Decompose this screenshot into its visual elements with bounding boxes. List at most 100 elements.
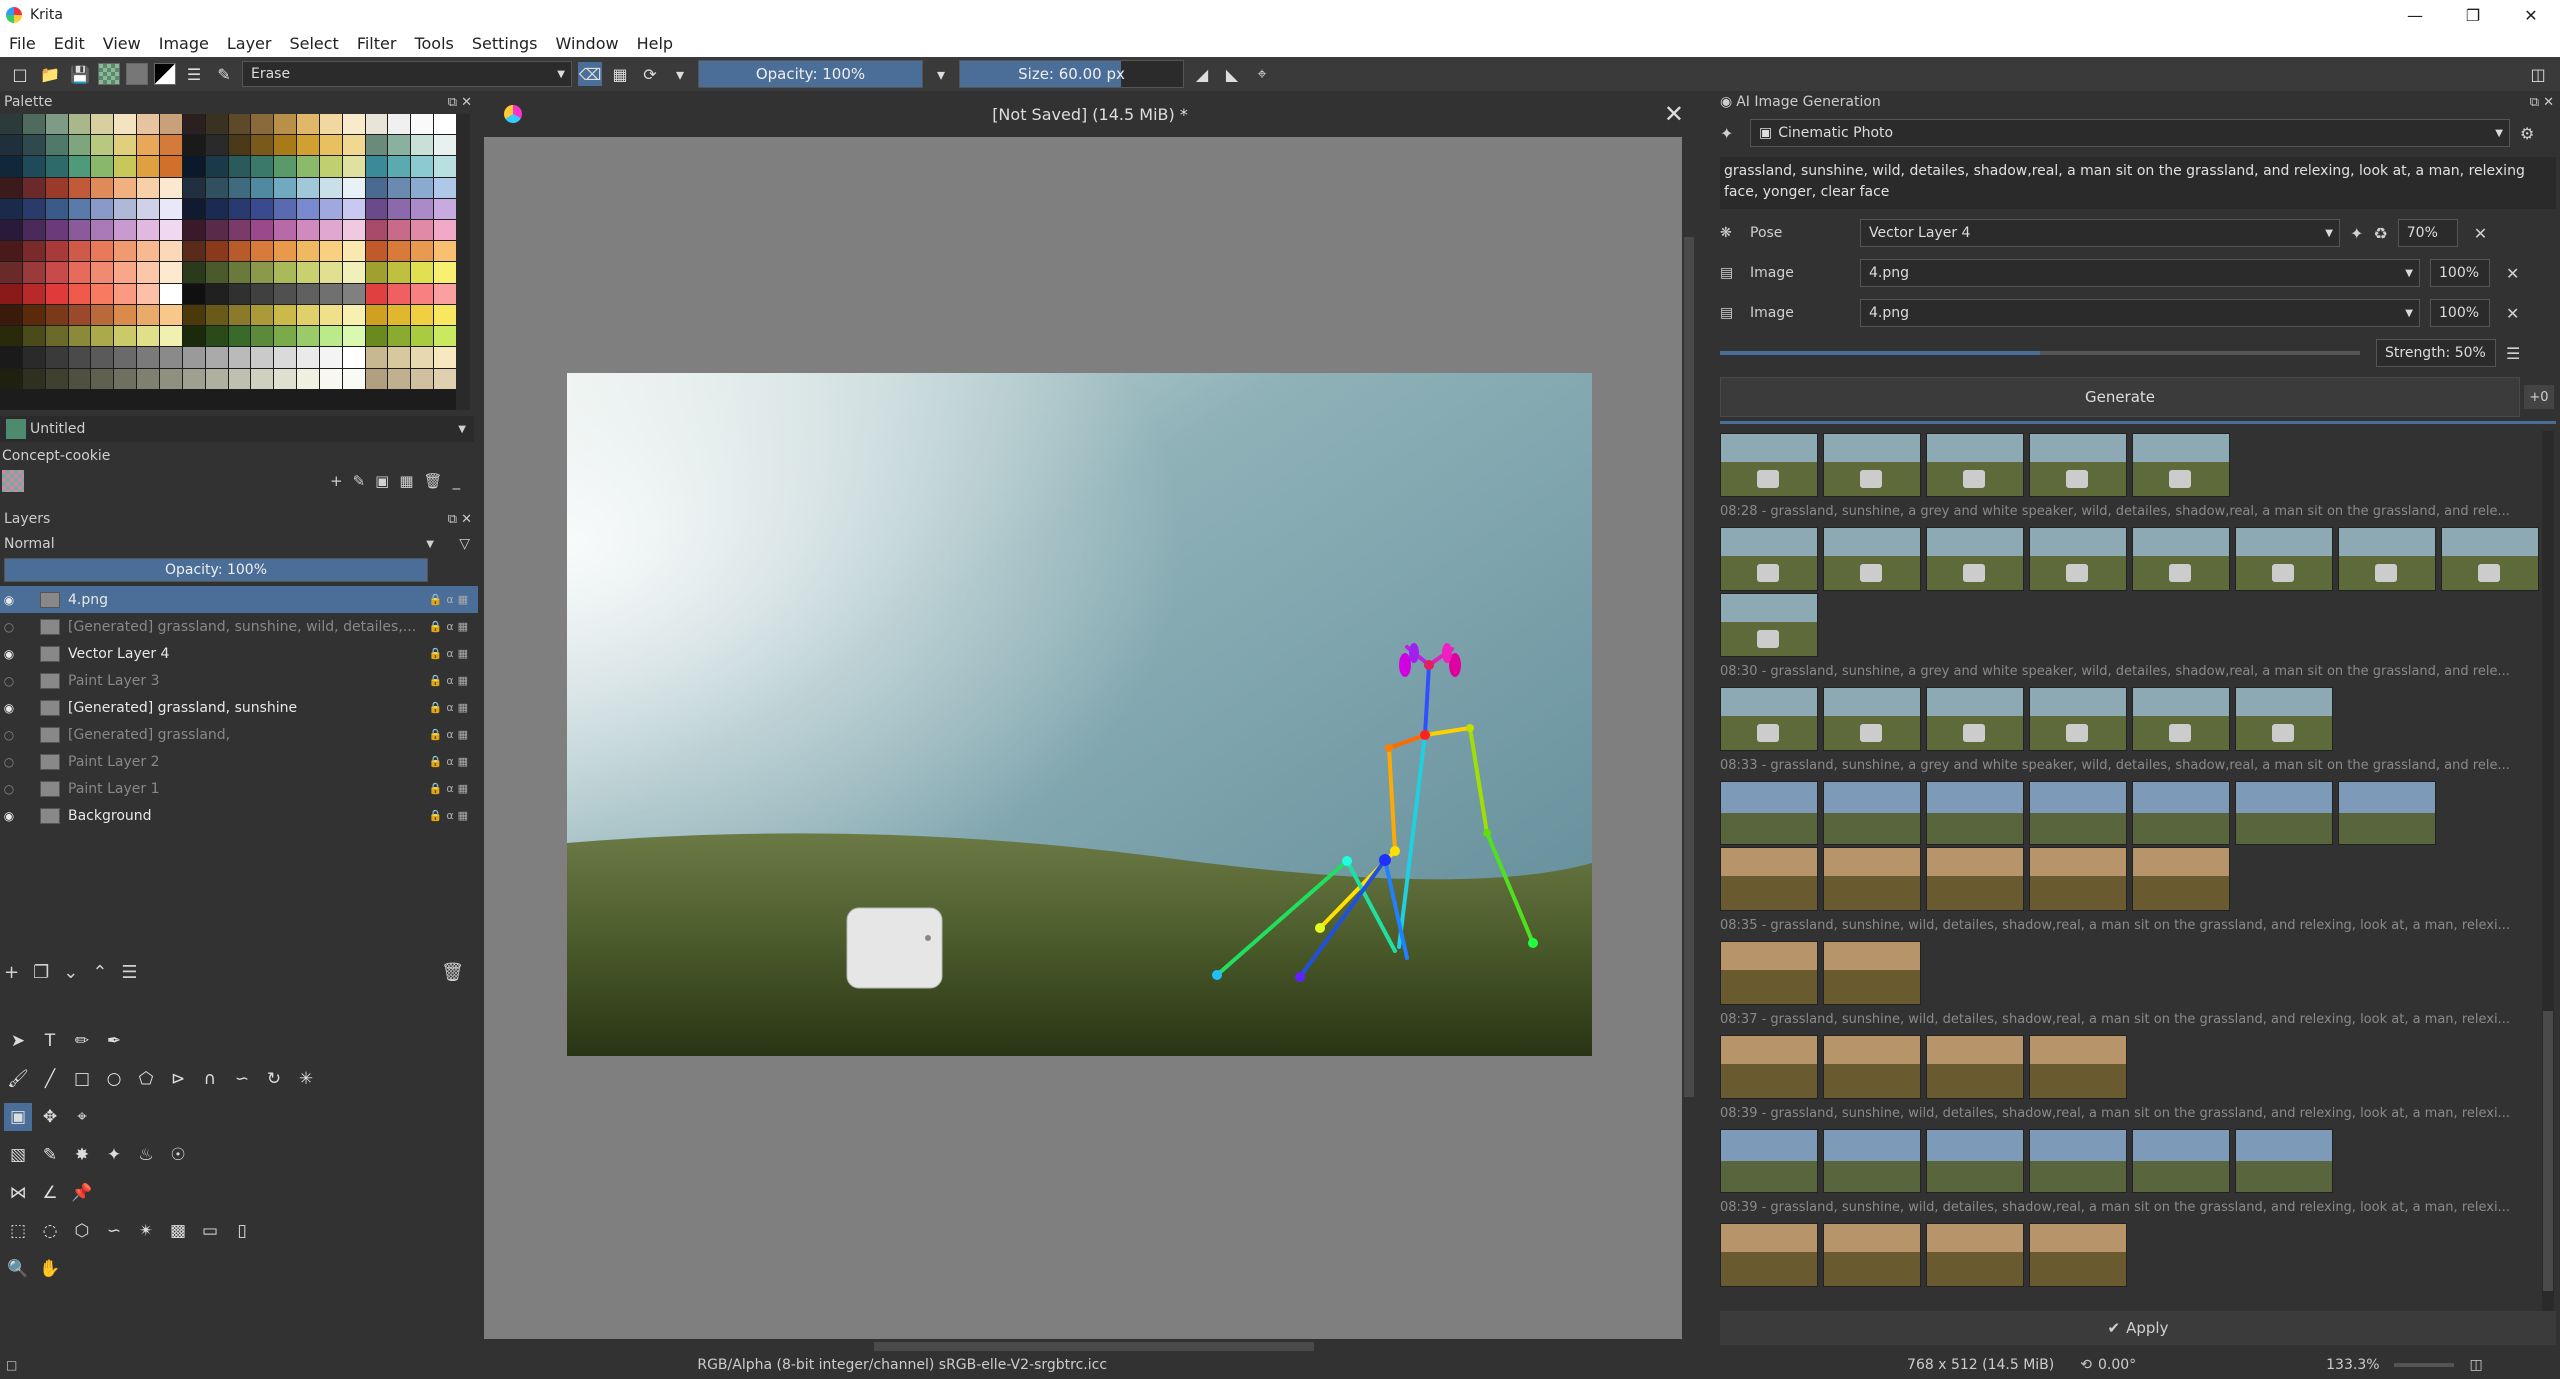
polygon-tool-icon[interactable]: ⬠ [132,1065,160,1093]
palette-swatch[interactable] [434,347,456,368]
history-thumbnail[interactable] [2132,781,2230,845]
palette-swatch[interactable] [388,114,411,135]
palette-swatch[interactable] [159,114,182,135]
palette-swatch[interactable] [91,241,114,262]
palette-swatch[interactable] [45,262,68,283]
history-thumbnail[interactable] [1720,1129,1818,1193]
palette-swatch[interactable] [68,177,91,198]
palette-swatch[interactable] [297,177,319,198]
palette-swatch[interactable] [297,368,319,389]
new-document-icon[interactable]: □ [8,62,32,86]
palette-swatch[interactable] [411,156,434,177]
palette-swatch[interactable] [297,198,319,220]
layer-row[interactable]: ○ [Generated] grassland, 🔒α▦ [0,721,478,748]
docker-close-icon[interactable]: ⧉ ✕ [448,95,472,110]
palette-swatch[interactable] [319,156,342,177]
layer-row[interactable]: ○ Paint Layer 2 🔒α▦ [0,748,478,775]
palette-swatch[interactable] [342,220,365,241]
palette-swatch[interactable] [45,135,68,156]
history-thumbnail[interactable] [2338,781,2436,845]
palette-swatch[interactable] [137,326,159,347]
history-thumbnail[interactable] [2029,1035,2127,1099]
palette-swatch[interactable] [434,156,456,177]
palette-swatch[interactable] [251,135,274,156]
palette-swatch[interactable] [68,283,91,304]
palette-swatch[interactable] [274,114,297,135]
palette-swatch[interactable] [91,368,114,389]
palette-swatch[interactable] [251,326,274,347]
palette-swatch[interactable] [342,198,365,220]
palette-swatch[interactable] [411,114,434,135]
palette-swatch[interactable] [68,135,91,156]
pattern-swatch[interactable] [126,63,148,85]
palette-swatch[interactable] [0,347,22,368]
palette-swatch[interactable] [22,347,45,368]
menu-help[interactable]: Help [628,34,682,53]
palette-swatch[interactable] [205,304,228,326]
pose-figure-icon[interactable]: ♻ [2373,224,2387,243]
palette-swatch[interactable] [411,347,434,368]
palette-swatch[interactable] [342,283,365,304]
palette-swatch[interactable] [45,177,68,198]
control-kind[interactable]: Pose [1750,225,1860,241]
history-thumbnail[interactable] [1926,1223,2024,1287]
palette-swatch[interactable] [22,241,45,262]
palette-swatch[interactable] [45,198,68,220]
palette-swatch[interactable] [137,177,159,198]
palette-swatch[interactable] [205,347,228,368]
palette-swatch[interactable] [182,262,205,283]
history-thumbnail[interactable] [1823,433,1921,497]
palette-swatch[interactable] [365,114,388,135]
palette-swatch[interactable] [388,241,411,262]
palette-swatch[interactable] [228,262,251,283]
palette-swatch[interactable] [114,347,137,368]
palette-swatch[interactable] [434,368,456,389]
settings-gear-icon[interactable]: ⚙ [2520,124,2534,143]
palette-swatch[interactable] [251,177,274,198]
control-source-select[interactable]: 4.png ▼ [1860,259,2420,287]
chevron-down-icon[interactable]: ▾ [929,62,953,86]
history-thumbnail[interactable] [1720,847,1818,911]
history-thumbnail[interactable] [1720,1035,1818,1099]
line-tool-icon[interactable]: ╱ [36,1065,64,1093]
gradient-tool-icon[interactable]: ▧ [4,1141,32,1169]
palette-swatch[interactable] [45,220,68,241]
history-thumbnail[interactable] [1720,1223,1818,1287]
palette-swatch[interactable] [342,304,365,326]
menu-view[interactable]: View [94,34,150,53]
palette-swatch[interactable] [297,241,319,262]
control-strength-spin[interactable]: 70% [2397,219,2458,247]
palette-swatch[interactable] [45,304,68,326]
palette-swatch[interactable] [365,177,388,198]
history-thumbnail[interactable] [2029,1129,2127,1193]
save-palette-icon[interactable]: ▣ [375,472,389,490]
palette-swatch[interactable] [45,326,68,347]
palette-swatch[interactable] [411,241,434,262]
minimize-button[interactable]: — [2386,6,2444,25]
palette-swatch[interactable] [205,241,228,262]
move-down-icon[interactable]: ⌄ [63,962,78,983]
palette-swatch[interactable] [182,156,205,177]
palette-swatch[interactable] [182,177,205,198]
palette-swatch[interactable] [205,283,228,304]
palette-swatch[interactable] [319,262,342,283]
palette-swatch[interactable] [182,220,205,241]
history-thumbnail[interactable] [1823,1035,1921,1099]
palette-swatch[interactable] [434,198,456,220]
palette-swatch[interactable] [319,304,342,326]
style-select[interactable]: ▣ Cinematic Photo ▼ [1750,119,2510,147]
magic-wand-icon[interactable]: ✦ [1720,124,1750,143]
layer-flags-icon[interactable]: 🔒α▦ [429,728,472,741]
palette-swatch[interactable] [388,262,411,283]
palette-swatch[interactable] [388,135,411,156]
palette-swatch[interactable] [297,326,319,347]
palette-swatch[interactable] [22,135,45,156]
palette-swatch[interactable] [388,326,411,347]
blend-mode-select[interactable]: Erase ▼ [242,61,572,87]
apply-button[interactable]: ✔ Apply [1720,1311,2556,1345]
palette-swatch[interactable] [45,368,68,389]
palette-swatch[interactable] [388,304,411,326]
palette-swatch[interactable] [274,347,297,368]
palette-swatch[interactable] [114,368,137,389]
history-thumbnail[interactable] [1823,687,1921,751]
